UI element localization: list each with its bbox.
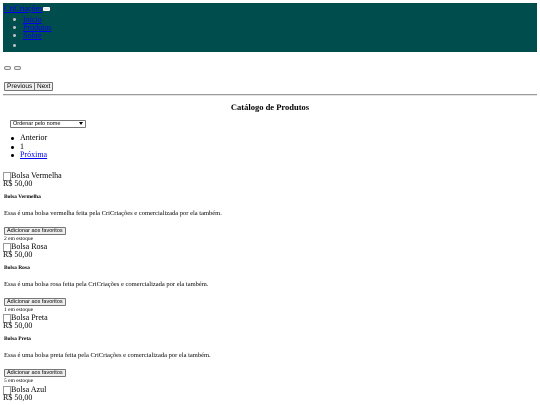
pagination: Anterior 1 Próxima	[8, 133, 47, 160]
product-description: Essa é uma bolsa vermelha feita pela Cri…	[4, 210, 222, 217]
product-name: Bolsa Vermelha	[4, 194, 41, 200]
add-to-favorites-button[interactable]: Adicionar aos favoritos	[4, 298, 66, 306]
product-description: Essa é uma bolsa preta feita pela CriCri…	[4, 352, 211, 359]
nav-links: Início Produtos Sobre	[11, 16, 51, 50]
section-divider	[3, 94, 537, 96]
pagination-next-link[interactable]: Próxima	[20, 150, 47, 159]
chevron-down-icon	[79, 122, 83, 125]
product-price: R$ 50,00	[3, 250, 33, 259]
pagination-prev: Anterior	[8, 133, 47, 143]
carousel-previous-button[interactable]: Previous	[4, 82, 36, 91]
carousel-indicators	[4, 63, 22, 72]
product-name: Bolsa Rosa	[4, 265, 30, 271]
add-to-favorites-button[interactable]: Adicionar aos favoritos	[4, 369, 66, 377]
product-stock: 5 em estoque	[4, 378, 34, 384]
brand-link[interactable]: CriCriações	[4, 4, 42, 14]
pagination-next-item: Próxima	[8, 150, 47, 160]
carousel-indicator-1[interactable]	[4, 66, 11, 70]
product-price: R$ 50,00	[3, 179, 33, 188]
carousel-next-button[interactable]: Next	[34, 82, 54, 91]
nav-link-sobre[interactable]: Sobre	[23, 31, 42, 40]
product-description: Essa é uma bolsa rosa feita pela CriCria…	[4, 281, 209, 288]
catalog-title: Catálogo de Produtos	[230, 102, 310, 112]
carousel-indicator-2[interactable]	[14, 66, 21, 70]
top-navbar: CriCriações Início Produtos Sobre	[3, 3, 537, 52]
add-to-favorites-button[interactable]: Adicionar aos favoritos	[4, 227, 66, 235]
navbar-toggler-button[interactable]	[43, 7, 50, 11]
nav-item-sobre: Sobre	[11, 32, 51, 40]
product-price: R$ 50,00	[3, 321, 33, 330]
product-price: R$ 50,00	[3, 393, 33, 402]
nav-item-empty	[11, 42, 51, 50]
sort-select-value: Ordenar pelo nome	[13, 121, 61, 127]
sort-select[interactable]: Ordenar pelo nome	[10, 120, 86, 128]
product-name: Bolsa Preta	[4, 336, 31, 342]
